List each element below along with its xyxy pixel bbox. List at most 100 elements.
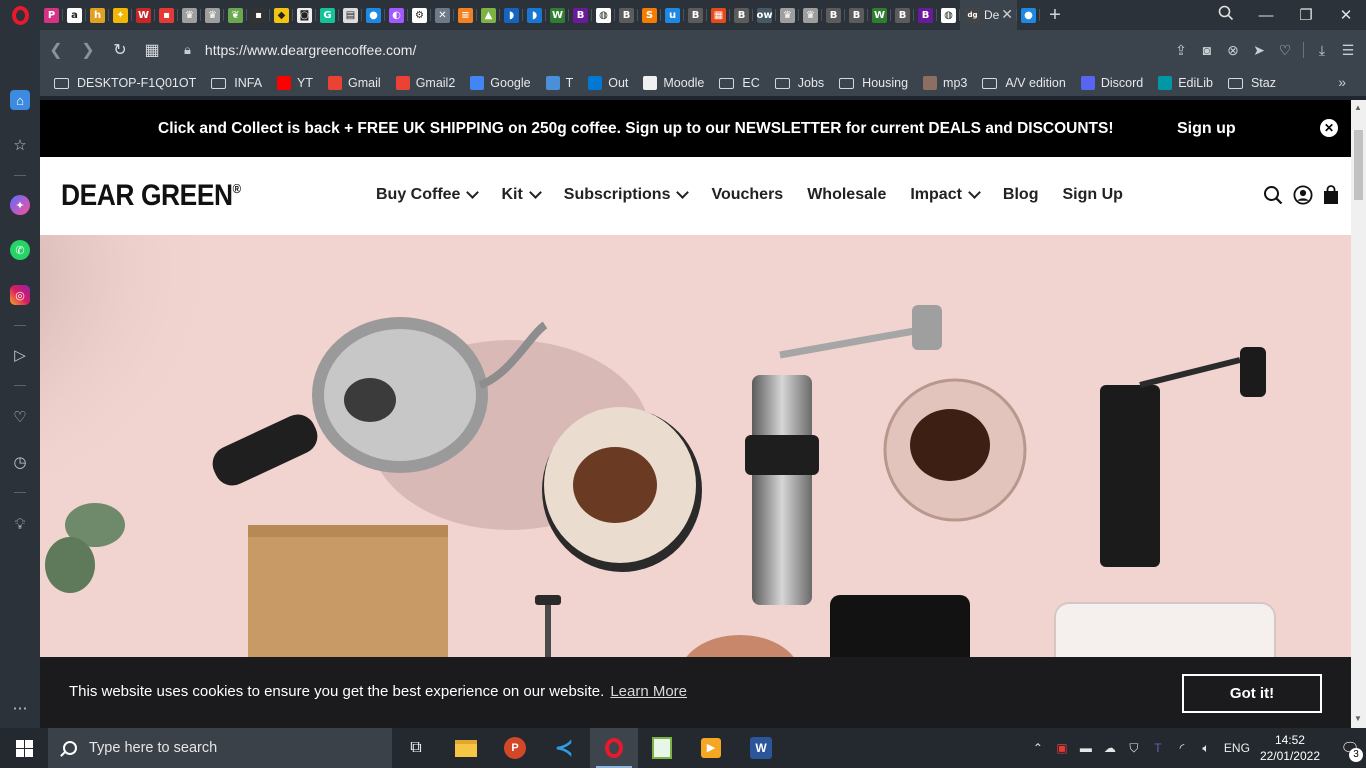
scroll-up-icon[interactable]: ▲ [1354,103,1362,112]
browser-tab[interactable]: ◗ [500,0,523,30]
browser-tab[interactable]: ⚙ [408,0,431,30]
browser-tab[interactable]: P [40,0,63,30]
heart-icon[interactable]: ♡ [1277,42,1293,59]
start-button[interactable] [0,728,48,768]
browser-tab[interactable]: W [132,0,155,30]
player-icon[interactable]: ▷ [10,345,30,365]
browser-tab[interactable]: ◆ [270,0,293,30]
announcement-signup-link[interactable]: Sign up [1177,120,1236,138]
browser-tab[interactable]: ✦ [109,0,132,30]
restore-button[interactable]: ❐ [1286,6,1326,24]
browser-tab[interactable]: B [684,0,707,30]
nav-sign-up[interactable]: Sign Up [1062,186,1122,204]
browser-tab[interactable]: G [316,0,339,30]
tab-blue[interactable]: ● [1017,0,1040,30]
discover-icon[interactable]: ☆ [10,135,30,155]
vscode-app[interactable]: ≺ [540,728,588,768]
bookmark-yt[interactable]: YT [277,76,313,90]
browser-tab[interactable]: a [63,0,86,30]
nav-impact[interactable]: Impact [910,185,981,204]
browser-tab[interactable]: B [569,0,592,30]
browser-tab[interactable]: B [845,0,868,30]
bookmark-a-v-edition[interactable]: A/V edition [982,76,1066,90]
opera-app[interactable] [590,728,638,768]
share-icon[interactable]: ⇪ [1173,42,1189,59]
messenger-icon[interactable]: ✦ [10,195,30,215]
back-button[interactable]: ❮ [40,40,72,60]
task-view-button[interactable]: ⧉ [392,728,440,768]
bookmark-discord[interactable]: Discord [1080,76,1143,90]
more-bookmarks-icon[interactable]: » [1338,74,1346,90]
browser-tab[interactable]: ✕ [431,0,454,30]
nav-subscriptions[interactable]: Subscriptions [564,185,690,204]
word-app[interactable]: W [737,728,785,768]
browser-tab[interactable]: ♛ [776,0,799,30]
taskbar-search-box[interactable]: Type here to search [48,728,392,768]
input-language[interactable]: ENG [1224,741,1250,755]
close-tab-icon[interactable]: ✕ [1001,6,1013,23]
browser-tab[interactable]: ▤ [339,0,362,30]
show-hidden-icons-chevron[interactable]: ⌃ [1026,741,1050,755]
new-tab-button[interactable]: + [1040,4,1070,27]
taskbar-clock[interactable]: 14:52 22/01/2022 [1260,732,1320,764]
browser-tab[interactable]: ◙ [293,0,316,30]
tray-device-icon[interactable]: ▬ [1074,741,1098,755]
browser-tab[interactable]: ▪ [247,0,270,30]
bookmark-jobs[interactable]: Jobs [774,76,824,90]
bookmark-google[interactable]: Google [470,76,531,90]
minimize-button[interactable]: — [1246,7,1286,24]
scrollbar-thumb[interactable] [1354,130,1363,200]
learn-more-link[interactable]: Learn More [610,683,687,700]
bookmark-staz[interactable]: Staz [1227,76,1276,90]
nav-wholesale[interactable]: Wholesale [807,186,886,204]
browser-tab[interactable]: u [661,0,684,30]
reload-button[interactable]: ↻ [104,40,136,60]
browser-tab[interactable]: B [822,0,845,30]
account-icon[interactable] [1293,185,1313,210]
bookmark-housing[interactable]: Housing [839,76,908,90]
shield-icon[interactable]: ⛉ [1122,741,1146,756]
video-editor-app[interactable]: ▶ [687,728,735,768]
tips-lightbulb-icon[interactable]: 💡︎ [10,514,30,534]
scroll-down-icon[interactable]: ▼ [1354,714,1362,723]
browser-tab[interactable]: ◐ [385,0,408,30]
bookmark-edilib[interactable]: EdiLib [1158,76,1213,90]
tab-search-icon[interactable] [1206,5,1246,25]
browser-tab[interactable]: ▪ [155,0,178,30]
browser-tab[interactable]: h [86,0,109,30]
instagram-icon[interactable]: ◎ [10,285,30,305]
adblock-icon[interactable]: ⊗ [1225,42,1241,59]
volume-icon[interactable]: 🔈︎ [1194,741,1218,756]
forward-button[interactable]: ❯ [72,40,104,60]
home-icon[interactable]: ⌂ [10,90,30,110]
browser-tab[interactable]: B [914,0,937,30]
bookmark-mp3[interactable]: mp3 [923,76,967,90]
browser-tab[interactable]: ow [753,0,776,30]
lock-icon[interactable]: 🔒︎ [184,42,191,58]
browser-tab[interactable]: ≡ [454,0,477,30]
history-icon[interactable]: ◷ [10,452,30,472]
download-icon[interactable]: ⤓ [1314,42,1330,59]
site-logo[interactable]: DEAR GREEN® [61,179,241,213]
bookmark-out[interactable]: Out [588,76,628,90]
nav-vouchers[interactable]: Vouchers [711,186,783,204]
browser-tab[interactable]: B [730,0,753,30]
action-center-button[interactable]: 🗨︎ 3 [1334,728,1366,768]
powerpoint-app[interactable]: P [491,728,539,768]
bookmark-gmail2[interactable]: Gmail2 [395,76,455,90]
opera-menu-button[interactable] [0,0,40,30]
network-icon[interactable]: ◜ [1170,741,1194,755]
nav-blog[interactable]: Blog [1003,186,1039,204]
speed-dial-button[interactable]: ▦ [136,40,168,60]
bookmark-infa[interactable]: INFA [211,76,262,90]
tray-app-icon[interactable]: ▣ [1050,741,1074,755]
browser-tab[interactable]: ● [362,0,385,30]
browser-tab[interactable]: W [868,0,891,30]
bookmark-ec[interactable]: EC [719,76,760,90]
easy-setup-icon[interactable]: ☰ [1340,42,1356,59]
snapshot-icon[interactable]: ◙ [1199,42,1215,58]
bookmark-moodle[interactable]: Moodle [643,76,704,90]
browser-tab[interactable]: ▦ [707,0,730,30]
cart-bag-icon[interactable] [1323,185,1339,210]
browser-tab[interactable]: ◍ [592,0,615,30]
